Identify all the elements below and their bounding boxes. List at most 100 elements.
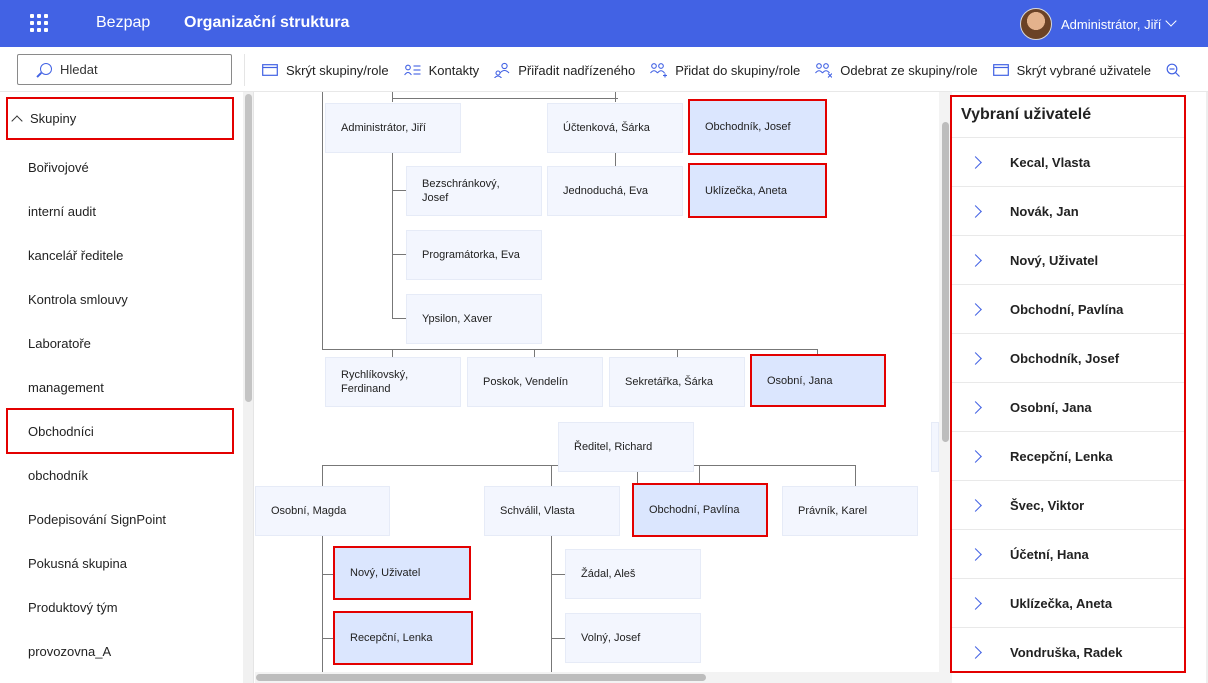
- selected-user-row[interactable]: Účetní, Hana: [952, 529, 1184, 578]
- org-node-label: Bezschránkový, Josef: [422, 178, 500, 204]
- org-node[interactable]: Schválil, Vlasta: [484, 486, 620, 536]
- selected-user-name: Účetní, Hana: [1010, 546, 1089, 562]
- brand-name[interactable]: Bezpap: [96, 14, 150, 32]
- selected-user-row[interactable]: Švec, Viktor: [952, 480, 1184, 529]
- org-node-selected[interactable]: Recepční, Lenka: [333, 611, 473, 665]
- org-node-label: Obchodní, Pavlína: [649, 504, 740, 516]
- contacts-icon: [403, 64, 421, 76]
- assign-superior-button[interactable]: Přiřadit nadřízeného: [494, 62, 635, 78]
- hide-groups-button[interactable]: Skrýt skupiny/role: [262, 63, 389, 78]
- selected-user-row[interactable]: Nový, Uživatel: [952, 235, 1184, 284]
- org-node[interactable]: Ředitel, Richard: [558, 422, 694, 472]
- zoom-out-button[interactable]: [1166, 63, 1188, 77]
- sidebar-item-borivojove[interactable]: Bořivojové: [28, 160, 89, 175]
- panel-icon: [262, 64, 278, 76]
- sidebar-item-management[interactable]: management: [28, 380, 104, 395]
- search-box[interactable]: [17, 54, 232, 85]
- org-node-selected[interactable]: Obchodník, Josef: [688, 99, 827, 155]
- add-to-group-button[interactable]: Přidat do skupiny/role: [650, 62, 800, 78]
- remove-from-group-label: Odebrat ze skupiny/role: [840, 62, 978, 78]
- selected-user-name: Obchodník, Josef: [1010, 350, 1120, 366]
- org-node[interactable]: Právník, Karel: [782, 486, 918, 536]
- sidebar-item-label: Obchodníci: [28, 423, 94, 439]
- org-node[interactable]: [931, 422, 939, 472]
- selected-user-name: Obchodní, Pavlína: [1010, 301, 1124, 317]
- selected-user-row[interactable]: Novák, Jan: [952, 186, 1184, 235]
- org-node[interactable]: Poskok, Vendelín: [467, 357, 603, 407]
- sidebar-item-provozovna-a[interactable]: provozovna_A: [28, 644, 111, 659]
- org-node-label: Volný, Josef: [581, 632, 641, 644]
- sidebar-scrollbar[interactable]: [243, 92, 253, 683]
- connector-line: [322, 536, 323, 683]
- selected-user-row[interactable]: Osobní, Jana: [952, 382, 1184, 431]
- sidebar-item-kancelar-reditele[interactable]: kancelář ředitele: [28, 248, 123, 263]
- selected-user-row[interactable]: Kecal, Vlasta: [952, 137, 1184, 186]
- sidebar-item-pokusna-skupina[interactable]: Pokusná skupina: [28, 556, 127, 571]
- selected-user-name: Kecal, Vlasta: [1010, 154, 1091, 170]
- panel-icon: [992, 64, 1009, 76]
- chart-vertical-scroll-thumb[interactable]: [942, 122, 949, 442]
- chart-horizontal-scrollbar[interactable]: [255, 672, 939, 683]
- hide-selected-button[interactable]: Skrýt vybrané uživatele: [992, 63, 1151, 78]
- selected-user-name: Recepční, Lenka: [1010, 448, 1113, 464]
- connector-line: [392, 98, 618, 99]
- selected-user-row[interactable]: Recepční, Lenka: [952, 431, 1184, 480]
- org-node[interactable]: Jednoduchá, Eva: [547, 166, 683, 216]
- org-node[interactable]: Sekretářka, Šárka: [609, 357, 745, 407]
- selected-user-row[interactable]: Obchodník, Josef: [952, 333, 1184, 382]
- remove-group-icon: [815, 63, 833, 78]
- groups-header[interactable]: Skupiny: [6, 97, 234, 140]
- org-node[interactable]: Bezschránkový, Josef: [406, 166, 542, 216]
- org-node[interactable]: Administrátor, Jiří: [325, 103, 461, 153]
- contacts-button[interactable]: Kontakty: [403, 63, 479, 78]
- selected-user-row[interactable]: Obchodní, Pavlína: [952, 284, 1184, 333]
- connector-line: [551, 465, 552, 487]
- sidebar-item-obchodnici[interactable]: Obchodníci: [6, 408, 234, 454]
- remove-from-group-button[interactable]: Odebrat ze skupiny/role: [815, 62, 978, 78]
- app-launcher-icon[interactable]: [30, 14, 50, 34]
- connector-line: [551, 638, 565, 639]
- org-node-label: Rychlíkovský, Ferdinand: [341, 369, 409, 395]
- hide-groups-label: Skrýt skupiny/role: [286, 62, 389, 78]
- sidebar-item-podepisovani-signpoint[interactable]: Podepisování SignPoint: [28, 512, 166, 527]
- chevron-right-icon: [969, 498, 982, 512]
- sidebar-item-obchodnik[interactable]: obchodník: [28, 468, 88, 483]
- org-node[interactable]: Žádal, Aleš: [565, 549, 701, 599]
- sidebar-item-laboratore[interactable]: Laboratoře: [28, 336, 91, 351]
- connector-line: [855, 465, 856, 487]
- chart-horizontal-scroll-thumb[interactable]: [256, 674, 706, 681]
- chevron-right-icon: [969, 645, 982, 659]
- org-node[interactable]: Programátorka, Eva: [406, 230, 542, 280]
- connector-line: [551, 574, 565, 575]
- search-input[interactable]: [60, 62, 220, 77]
- org-node-label: Osobní, Jana: [767, 374, 833, 387]
- selected-user-row[interactable]: Uklízečka, Aneta: [952, 578, 1184, 627]
- org-node-selected[interactable]: Nový, Uživatel: [333, 546, 471, 600]
- zoom-out-icon: [1166, 63, 1180, 77]
- selected-user-row[interactable]: Vondruška, Radek: [952, 627, 1184, 676]
- sidebar-item-produktovy-tym[interactable]: Produktový tým: [28, 600, 118, 615]
- org-node[interactable]: Osobní, Magda: [255, 486, 390, 536]
- org-node-label: Programátorka, Eva: [422, 249, 520, 261]
- org-node[interactable]: Volný, Josef: [565, 613, 701, 663]
- user-menu[interactable]: Administrátor, Jiří: [1020, 8, 1178, 40]
- sidebar-item-interni-audit[interactable]: interní audit: [28, 204, 96, 219]
- org-node[interactable]: Rychlíkovský, Ferdinand: [325, 357, 461, 407]
- org-node[interactable]: Účtenková, Šárka: [547, 103, 683, 153]
- org-node-selected[interactable]: Osobní, Jana: [750, 354, 886, 407]
- chevron-right-icon: [969, 204, 982, 218]
- org-node-label: Ředitel, Richard: [574, 441, 653, 453]
- add-group-icon: [650, 63, 668, 78]
- selected-user-name: Uklízečka, Aneta: [1010, 595, 1113, 611]
- org-node-label: Schválil, Vlasta: [500, 505, 575, 517]
- search-icon: [40, 63, 52, 75]
- sidebar-scroll-thumb[interactable]: [245, 94, 252, 402]
- org-node[interactable]: Ypsilon, Xaver: [406, 294, 542, 344]
- sidebar-item-kontrola-smlouvy[interactable]: Kontrola smlouvy: [28, 292, 128, 307]
- org-node-selected[interactable]: Uklízečka, Aneta: [688, 163, 827, 218]
- org-node-selected[interactable]: Obchodní, Pavlína: [632, 483, 768, 537]
- chevron-right-icon: [969, 400, 982, 414]
- selected-user-name: Novák, Jan: [1010, 203, 1079, 219]
- selected-users-panel: Vybraní uživatelé Kecal, Vlasta Novák, J…: [950, 95, 1186, 673]
- connector-line: [551, 536, 552, 683]
